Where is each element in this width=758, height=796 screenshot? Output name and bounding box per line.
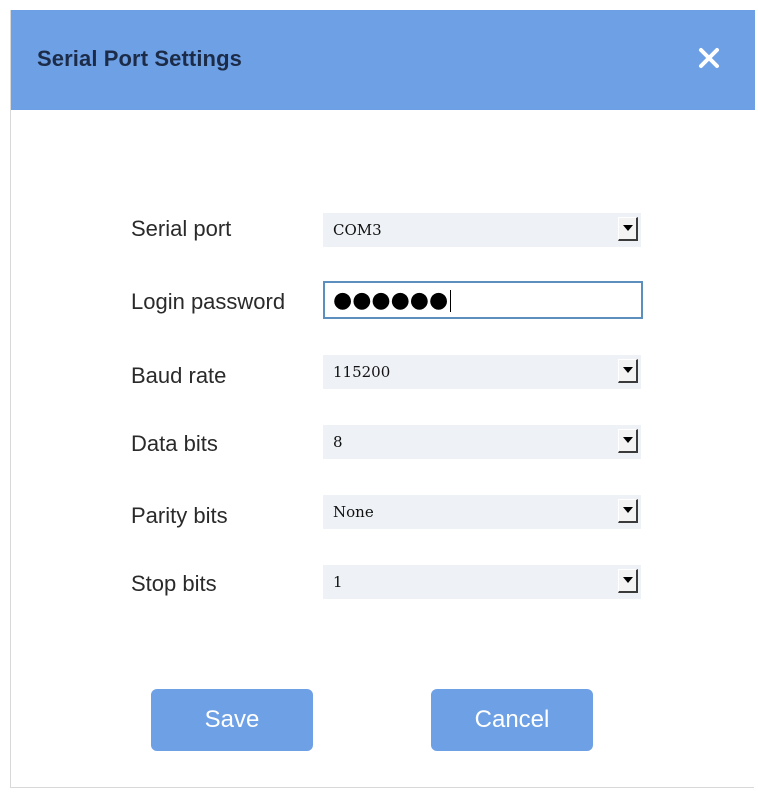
close-icon[interactable] (691, 40, 727, 76)
chevron-down-icon[interactable] (618, 359, 638, 383)
login-password-field[interactable]: ●●●●●● (323, 281, 643, 319)
chevron-down-icon[interactable] (618, 499, 638, 523)
chevron-down-icon[interactable] (618, 569, 638, 593)
stop-bits-label: Stop bits (131, 571, 217, 596)
dialog-title: Serial Port Settings (37, 46, 242, 71)
data-bits-value: 8 (333, 433, 343, 451)
chevron-down-icon[interactable] (618, 217, 638, 241)
parity-bits-value: None (333, 503, 374, 521)
chevron-down-icon[interactable] (618, 429, 638, 453)
data-bits-select[interactable]: 8 (323, 425, 641, 459)
text-caret (450, 290, 452, 312)
baud-rate-label: Baud rate (131, 363, 227, 388)
parity-bits-select[interactable]: None (323, 495, 641, 529)
cancel-button[interactable]: Cancel (431, 689, 593, 751)
stop-bits-select[interactable]: 1 (323, 565, 641, 599)
serial-port-select[interactable]: COM3 (323, 213, 641, 247)
stop-bits-value: 1 (333, 573, 343, 591)
parity-bits-label: Parity bits (131, 503, 228, 528)
save-button[interactable]: Save (151, 689, 313, 751)
serial-port-label: Serial port (131, 216, 232, 241)
baud-rate-value: 115200 (333, 363, 391, 381)
baud-rate-select[interactable]: 115200 (323, 355, 641, 389)
password-mask: ●●●●●● (333, 288, 452, 314)
login-password-label: Login password (131, 289, 286, 314)
serial-port-value: COM3 (333, 221, 382, 239)
serial-port-settings-dialog: Serial Port Settings Serial port COM3 Lo… (10, 10, 755, 788)
dialog-titlebar: Serial Port Settings (11, 10, 755, 110)
data-bits-label: Data bits (131, 431, 218, 456)
